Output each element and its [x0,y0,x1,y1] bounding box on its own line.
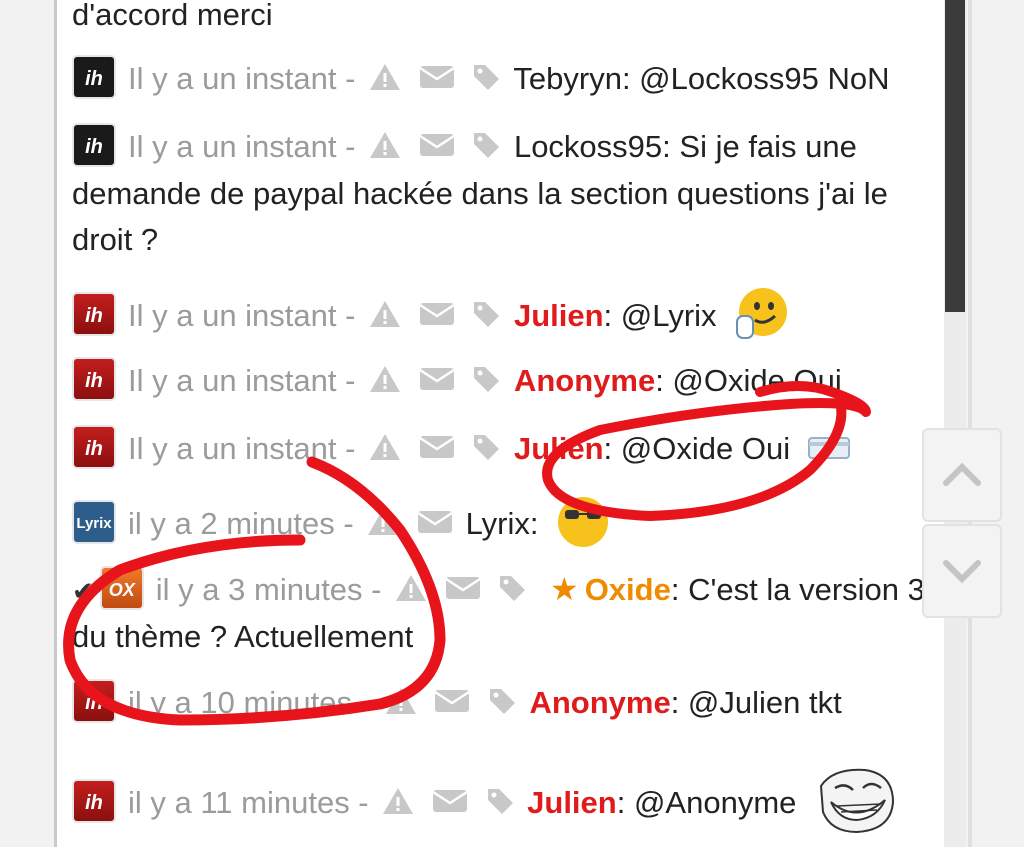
message-text: : @Lockoss95 NoN [621,61,890,96]
username[interactable]: Julien [514,431,604,466]
username[interactable]: Anonyme [514,363,655,398]
chat-message: ih Il y a un instant - Julien: @Oxide Oui [72,424,932,473]
mail-icon[interactable] [432,788,468,814]
avatar[interactable]: ih [72,424,116,469]
chat-message: ih Il y a un instant - Julien: @Lyrix [72,288,932,346]
warning-icon[interactable] [368,432,402,462]
chat-message: Lyrix il y a 2 minutes - Lyrix: [72,497,932,554]
message-text: : @Oxide Oui [603,431,791,466]
warning-icon[interactable] [366,507,400,537]
avatar[interactable]: ih [72,292,116,336]
avatar[interactable]: ih [72,54,116,99]
card-emoji-icon [807,436,850,459]
tag-icon[interactable] [497,573,527,603]
mail-icon[interactable] [419,366,455,392]
scroll-up-button[interactable] [922,428,1002,522]
chat-message: ih Il y a un instant - Anonyme: @Oxide Ou… [72,356,932,405]
mail-icon[interactable] [419,132,455,158]
avatar[interactable]: ih [72,356,116,401]
message-text: : @Lyrix [603,298,717,334]
chevron-up-icon [943,462,981,486]
tag-icon[interactable] [487,686,517,716]
avatar[interactable]: Lyrix [72,500,116,544]
warning-icon[interactable] [394,573,428,603]
chat-message: ih il y a 10 minutes - Anonyme: @Julien t… [72,678,932,727]
username[interactable]: Julien [514,298,604,333]
tag-icon[interactable] [471,364,501,394]
scroll-down-button[interactable] [922,524,1002,618]
message-text: : @Anonyme [616,785,797,821]
avatar[interactable]: ih [72,779,116,823]
tag-icon[interactable] [471,130,501,160]
warning-icon[interactable] [368,299,402,329]
warning-icon[interactable] [384,686,418,716]
warning-icon[interactable] [368,130,402,160]
tag-icon[interactable] [471,432,501,462]
mail-icon[interactable] [419,434,455,460]
mail-icon[interactable] [445,575,481,601]
username[interactable]: Julien [527,785,617,820]
timestamp: il y a 3 minutes - [155,572,382,607]
troll-face-icon [820,768,895,834]
mail-icon[interactable] [419,301,455,327]
chevron-down-icon [943,560,981,584]
tag-icon[interactable] [471,299,501,329]
message-text: : @Oxide Oui [655,363,842,398]
chat-message: ih il y a 11 minutes - Julien: @Anonyme [72,768,932,840]
username[interactable]: Tebyryn [513,61,622,96]
message-text: : [529,506,539,542]
username[interactable]: Oxide [585,572,671,607]
mail-icon[interactable] [434,688,470,714]
scrollbar-thumb[interactable] [945,0,965,312]
timestamp: il y a 2 minutes - [128,506,354,542]
timestamp: il y a 11 minutes - [128,785,369,821]
avatar[interactable]: ih [72,678,116,723]
timestamp: Il y a un instant - [128,61,356,96]
timestamp: Il y a un instant - [128,431,356,466]
warning-icon[interactable] [368,62,402,92]
chat-message: ih Il y a un instant - Lockoss95: Si je f… [72,122,932,263]
partial-message: d'accord merci [72,0,932,38]
tag-icon[interactable] [485,786,515,816]
chat-message: ih Il y a un instant - Tebyryn: @Lockoss9… [72,54,932,103]
timestamp: Il y a un instant - [128,363,356,398]
warning-icon[interactable] [381,786,415,816]
timestamp: Il y a un instant - [128,298,356,334]
username[interactable]: Anonyme [529,685,670,720]
chat-message: ✔ OX il y a 3 minutes - ★ Oxide: C'est la v… [72,565,932,660]
message-text: : @Julien tkt [670,685,842,720]
star-icon: ★ [550,571,579,607]
timestamp: Il y a un instant - [128,129,356,164]
wave-emoji-icon [736,288,788,339]
timestamp: il y a 10 minutes - [128,685,371,720]
username[interactable]: Lockoss95 [514,129,662,164]
avatar[interactable]: OX [99,565,144,610]
mail-icon[interactable] [419,64,455,90]
frame-border [968,0,972,847]
check-icon: ✔ [72,576,94,606]
username[interactable]: Lyrix [466,506,530,541]
avatar[interactable]: ih [72,122,116,167]
cool-emoji-icon [558,497,609,547]
message-text: d'accord merci [72,0,273,32]
tag-icon[interactable] [471,62,501,92]
mail-icon[interactable] [417,509,453,535]
warning-icon[interactable] [368,364,402,394]
